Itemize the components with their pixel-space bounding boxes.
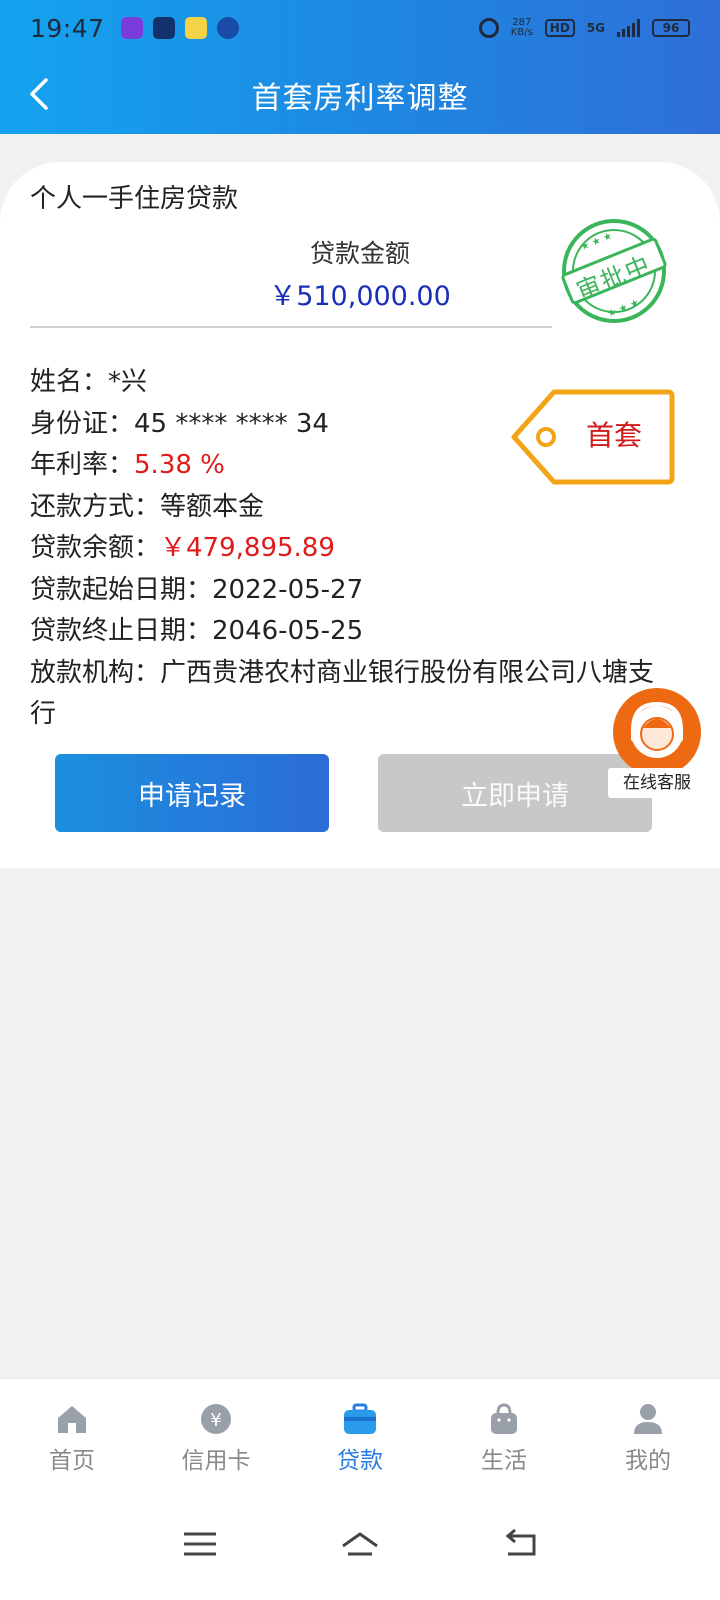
nav-item-life[interactable]: 生活: [432, 1379, 576, 1488]
status-bar: 19:47 287 KB/s HD 5G 96: [0, 0, 720, 56]
back-button-icon[interactable]: [500, 1524, 540, 1564]
start-date-value: 2022-05-27: [212, 574, 364, 605]
balance-label: 贷款余额：: [30, 533, 161, 563]
nav-item-loan[interactable]: 贷款: [288, 1379, 432, 1488]
rate-value: 5.38 %: [134, 450, 225, 480]
loan-type: 个人一手住房贷款: [30, 184, 239, 214]
agent-avatar-icon: [631, 701, 683, 758]
info-row-id: 身份证：45 **** **** 34: [30, 404, 670, 446]
info-row-institution: 放款机构：广西贵港农村商业银行股份有限公司八塘支行: [30, 653, 670, 736]
end-date-label: 贷款终止日期：: [30, 616, 213, 646]
name-label: 姓名：: [30, 367, 109, 397]
user-icon: [634, 1404, 662, 1434]
institution-label: 放款机构：: [30, 657, 161, 688]
page-header: 首套房利率调整: [0, 56, 720, 134]
customer-service-button[interactable]: [613, 688, 701, 776]
nav-label-loan: 贷款: [337, 1448, 383, 1474]
battery-icon: 96: [652, 19, 690, 37]
home-button-icon[interactable]: [340, 1524, 380, 1564]
network-speed: 287 KB/s: [511, 18, 533, 38]
repayment-value: 等额本金: [160, 491, 265, 522]
status-right: 287 KB/s HD 5G 96: [478, 18, 690, 38]
customer-service-label[interactable]: 在线客服: [608, 768, 706, 798]
balance-value: ￥479,895.89: [160, 533, 335, 563]
start-date-label: 贷款起始日期：: [30, 574, 213, 605]
info-row-end-date: 贷款终止日期：2046-05-25: [30, 611, 670, 653]
rate-label: 年利率：: [30, 450, 135, 480]
info-row-name: 姓名：*兴: [30, 362, 670, 404]
briefcase-icon: [344, 1403, 376, 1434]
browser-notification-icon: [216, 17, 239, 39]
nav-label-life: 生活: [481, 1448, 527, 1474]
shopping-bag-icon: [491, 1403, 517, 1434]
repayment-label: 还款方式：: [30, 491, 161, 522]
nav-label-credit-card: 信用卡: [181, 1448, 251, 1474]
end-date-value: 2046-05-25: [212, 616, 364, 646]
loan-card: 个人一手住房贷款 贷款金额 ￥510,000.00 ★ ★ ★ ★ ★ ★ 审批…: [0, 162, 720, 868]
status-time: 19:47: [30, 13, 105, 43]
back-arrow-icon[interactable]: [24, 76, 60, 112]
name-value: *兴: [108, 367, 148, 397]
nav-label-home: 首页: [49, 1448, 95, 1474]
application-records-button[interactable]: 申请记录: [55, 754, 329, 832]
alarm-icon: [478, 18, 499, 38]
message-notification-icon: [152, 17, 175, 39]
info-row-rate: 年利率：5.38 %: [30, 445, 670, 487]
svg-text:¥: ¥: [210, 1410, 221, 1431]
nav-item-home[interactable]: 首页: [0, 1379, 144, 1488]
home-icon: [58, 1406, 86, 1433]
bottom-nav: 首页 ¥ 信用卡 贷款 生活 我的: [0, 1378, 720, 1488]
nav-item-mine[interactable]: 我的: [576, 1379, 720, 1488]
notification-icons: [120, 17, 239, 39]
app-notification-icon: [120, 17, 143, 39]
info-row-start-date: 贷款起始日期：2022-05-27: [30, 570, 670, 612]
network-type: 5G: [586, 21, 605, 35]
info-row-repayment: 还款方式：等额本金: [30, 487, 670, 529]
menu-icon[interactable]: [180, 1524, 220, 1564]
signal-icon: [617, 19, 640, 37]
nav-item-credit-card[interactable]: ¥ 信用卡: [144, 1379, 288, 1488]
id-label: 身份证：: [30, 408, 135, 439]
system-nav-bar: [0, 1488, 720, 1600]
id-value: 45 **** **** 34: [134, 408, 329, 439]
nav-label-mine: 我的: [625, 1448, 671, 1474]
loan-info: 姓名：*兴 身份证：45 **** **** 34 年利率：5.38 % 还款方…: [30, 362, 670, 736]
yuan-coin-icon: ¥: [201, 1404, 231, 1434]
game-notification-icon: [184, 17, 207, 39]
hd-icon: HD: [544, 19, 575, 37]
info-row-balance: 贷款余额：￥479,895.89: [30, 528, 670, 570]
divider: [30, 326, 552, 328]
speed-unit: KB/s: [510, 27, 533, 38]
page-title: 首套房利率调整: [251, 81, 469, 116]
